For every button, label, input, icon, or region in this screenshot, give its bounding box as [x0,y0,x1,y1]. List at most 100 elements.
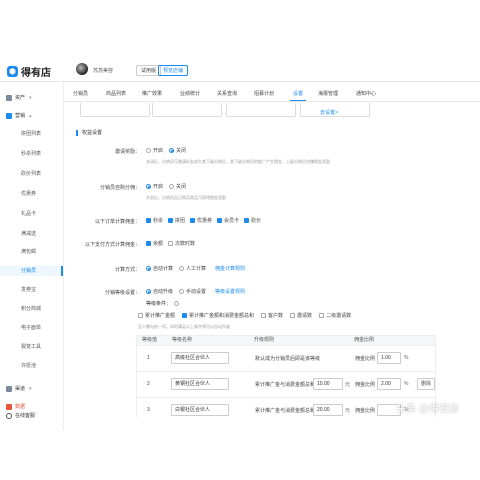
ratio-input[interactable]: 1.00 [377,352,401,364]
sidebar-item[interactable]: 裂变工具 [0,342,63,352]
headset-icon [6,412,12,419]
tab-settings[interactable]: 设置 [293,90,303,97]
radio-dot [169,148,175,153]
tab-distributor[interactable]: 分销员 [73,90,88,97]
info-icon[interactable] [174,301,180,306]
sidebar-group-label: 营销 [15,113,26,119]
tab-promotion-effect[interactable]: 推广效果 [142,90,162,97]
checkbox-label: 拼团 [175,218,186,224]
sidebar-item[interactable]: 电子面单 [0,323,63,333]
tab-posters[interactable]: 海报管理 [318,90,338,97]
checkbox-balance[interactable]: 余额 [146,240,163,247]
level-name-input[interactable]: 白银社区合伙人 [171,404,229,416]
checkbox-label: 累计推广金额和消费金额总和 [189,313,255,319]
sidebar-group-label: 渠道 [15,386,26,392]
checkbox-total-promotion[interactable]: 累计推广金额 [138,312,175,319]
tab-performance[interactable]: 业绩统计 [180,90,200,97]
chevron-down-icon: ▾ [29,94,32,101]
level-name-input[interactable]: 高级社区合伙人 [171,352,229,364]
yuan-unit: 元 [345,408,351,414]
checkbox-bargain[interactable]: 砍价 [244,217,261,224]
checkbox-member-card[interactable]: 会员卡 [217,217,239,224]
sidebar-group-marketing[interactable]: 营销 ▴ [6,112,32,119]
sidebar-group-assets[interactable]: 资产 ▾ [6,94,32,101]
radio-on[interactable]: 开启 [146,147,163,154]
radio-label: 开启 [153,148,164,154]
tab-relation[interactable]: 关系查询 [217,90,237,97]
sidebar-item-distributor[interactable]: 分销员 [0,266,63,276]
checkbox-label: 客户数 [268,313,284,319]
commission-rule-link[interactable]: 佣金计算规则 [215,265,245,272]
checkbox-promotion-consumption[interactable]: 累计推广金额和消费金额总和 [182,312,254,319]
checkbox-invites[interactable]: 邀请数 [290,312,312,319]
amount-input[interactable]: 10.00 [313,378,343,390]
sidebar-item[interactable]: 拼团列表 [0,129,63,139]
level-value: 3 [147,407,150,413]
watermark: 头条 @得有店 [396,404,459,415]
radio-dot [179,289,185,294]
calc-method-label: 计算方式： [114,267,140,273]
logo[interactable]: ⬢ 得有店 [7,64,51,79]
tab-products[interactable]: 商品列表 [106,90,126,97]
checkbox-label: 余额 [153,241,164,247]
delete-button[interactable]: 删除 [417,378,435,390]
sidebar-item[interactable]: 许愿池 [0,361,63,371]
amount-input[interactable]: 20.00 [313,404,343,416]
sidebar-item[interactable]: 秒杀列表 [0,149,63,159]
table-header-cell: 佣金比例 [354,337,375,343]
level-rule-link[interactable]: 等级设置规则 [215,288,245,295]
sidebar-item[interactable]: 满包邮 [0,247,63,257]
checkbox-seckill[interactable]: 秒杀 [146,217,163,224]
invite-reward-hint: 关闭后，分销员可邀请好友成为其下级分销员，其下级分销员的推广产生佣金，上级分销员… [146,159,330,164]
radio-label: 自动升级 [153,289,174,295]
upgrade-rule: 默认成为分销员后即是该等级 [255,356,321,362]
radio-manual-setting[interactable]: 手动设置 [179,288,206,295]
preview-store-button[interactable]: 预览店铺 [158,65,189,76]
checkbox-count-time[interactable]: 次数时数 [168,240,195,247]
logo-text: 得有店 [21,68,51,79]
radio-manual-calc[interactable]: 人工计算 [179,265,206,272]
checkbox-coupon[interactable]: 优惠券 [190,217,212,224]
sidebar-item[interactable]: 积分商城 [0,304,63,314]
radio-dot [146,289,151,294]
go-settings-link[interactable]: 去设置> [320,109,338,116]
ratio-input[interactable]: 2.00 [377,378,401,390]
tab-notifications[interactable]: 通知中心 [356,90,376,97]
sidebar-item[interactable]: 砍价列表 [0,169,63,179]
data-icon [6,403,12,410]
radio-label: 人工计算 [186,266,207,272]
checkbox-second-invites[interactable]: 二级邀请数 [319,312,351,319]
checkbox-group-buy[interactable]: 拼团 [168,217,185,224]
radio-off[interactable]: 关闭 [169,147,186,154]
level-name-input[interactable]: 黄钢社区合伙人 [171,378,229,390]
order-commission-checks: 秒杀 拼团 优惠券 会员卡 砍价 [146,217,266,224]
logo-icon: ⬢ [7,66,18,77]
sidebar-group-channel[interactable]: 渠道 ▾ [6,385,32,392]
sidebar-item[interactable]: 礼品卡 [0,209,63,219]
radio-off[interactable]: 关闭 [169,183,186,190]
sidebar-item[interactable]: 优惠券 [0,189,63,199]
radio-auto-calc[interactable]: 自动计算 [146,265,173,272]
chevron-up-icon: ▴ [29,112,32,119]
checkbox-customers[interactable]: 客户数 [261,312,283,319]
calc-method-radios: 自动计算 人工计算 佣金计算规则 [146,265,245,272]
level-condition-checks: 累计推广金额 累计推广金额和消费金额总和 客户数 邀请数 二级邀请数 [138,312,356,319]
upgrade-rule: 累计推广金与消费金额总和达 [255,408,321,414]
radio-dot [146,184,151,189]
avatar[interactable] [76,63,88,75]
sidebar-item[interactable]: 发券宝 [0,285,63,295]
radio-on[interactable]: 开启 [146,183,163,190]
tab-recruit[interactable]: 招募计划 [254,90,274,97]
sidebar-item[interactable]: 满减送 [0,229,63,239]
online-service-button[interactable]: 在线客服 [6,412,35,419]
checkbox-box [146,241,151,246]
table-row: 2 黄钢社区合伙人 累计推广金与消费金额总和达 10.00 元 佣金比例 2.0… [136,372,436,398]
checkbox-label: 二级邀请数 [326,313,352,319]
checkbox-box [261,313,267,318]
radio-auto-upgrade[interactable]: 自动升级 [146,288,173,295]
checkbox-box [244,218,250,223]
radio-label: 自动计算 [153,266,174,272]
user-name[interactable]: 苏苏美容 [93,67,113,74]
sidebar: 资产 ▾ 营销 ▴ 拼团列表 秒杀列表 砍价列表 优惠券 礼品卡 满减送 满包邮… [0,82,64,430]
sidebar-group-data[interactable]: 数据 [6,403,25,410]
